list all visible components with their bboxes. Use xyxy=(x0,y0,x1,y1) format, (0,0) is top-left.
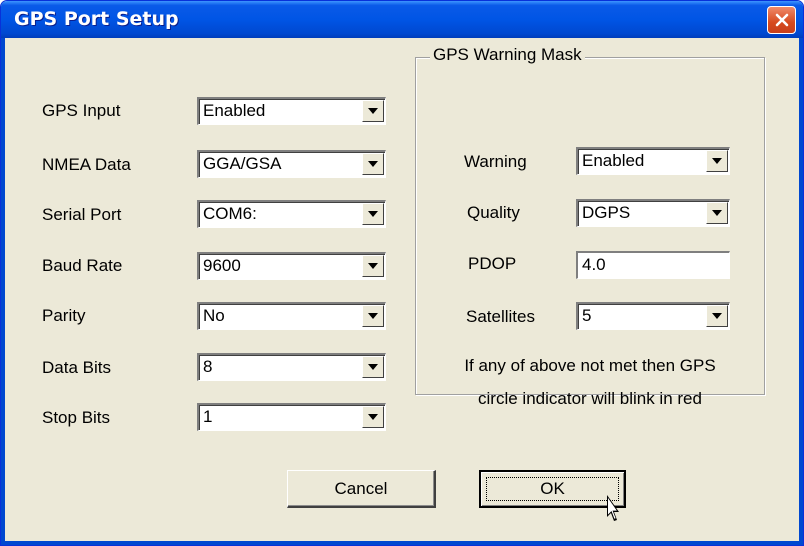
nmea-data-value: GGA/GSA xyxy=(203,154,282,173)
baud-rate-label: Baud Rate xyxy=(42,256,123,275)
pdop-value: 4.0 xyxy=(582,255,606,274)
satellites-value: 5 xyxy=(582,306,592,325)
window-frame-left xyxy=(1,38,5,545)
stop-bits-value: 1 xyxy=(203,407,213,426)
chevron-down-icon xyxy=(368,211,378,217)
warning-dropdown-button[interactable] xyxy=(706,150,728,172)
chevron-down-icon xyxy=(712,313,722,319)
quality-dropdown-button[interactable] xyxy=(706,202,728,224)
baud-rate-select[interactable]: 9600 xyxy=(197,252,386,280)
quality-value: DGPS xyxy=(582,203,631,222)
gps-input-label: GPS Input xyxy=(42,101,121,120)
serial-port-dropdown-button[interactable] xyxy=(362,203,384,225)
gps-input-select[interactable]: Enabled xyxy=(197,97,386,125)
data-bits-select[interactable]: 8 xyxy=(197,353,386,381)
window-frame-bottom xyxy=(1,541,803,545)
baud-rate-dropdown-button[interactable] xyxy=(362,255,384,277)
data-bits-value: 8 xyxy=(203,357,213,376)
satellites-label: Satellites xyxy=(466,307,535,326)
nmea-data-select[interactable]: GGA/GSA xyxy=(197,150,386,178)
satellites-select[interactable]: 5 xyxy=(576,302,730,330)
chevron-down-icon xyxy=(712,158,722,164)
warning-select[interactable]: Enabled xyxy=(576,147,730,175)
chevron-down-icon xyxy=(368,263,378,269)
data-bits-label: Data Bits xyxy=(42,358,111,377)
chevron-down-icon xyxy=(368,414,378,420)
gps-input-value: Enabled xyxy=(203,101,266,120)
warning-label: Warning xyxy=(464,152,527,171)
parity-label: Parity xyxy=(42,306,86,325)
data-bits-dropdown-button[interactable] xyxy=(362,356,384,378)
close-icon xyxy=(775,13,788,27)
chevron-down-icon xyxy=(368,364,378,370)
warning-note-line-2: circle indicator will blink in red xyxy=(478,389,702,408)
nmea-data-dropdown-button[interactable] xyxy=(362,153,384,175)
pdop-label: PDOP xyxy=(468,254,517,273)
parity-dropdown-button[interactable] xyxy=(362,305,384,327)
serial-port-value: COM6: xyxy=(203,204,257,223)
satellites-dropdown-button[interactable] xyxy=(706,305,728,327)
warning-value: Enabled xyxy=(582,151,645,170)
pdop-input[interactable]: 4.0 xyxy=(576,251,730,279)
stop-bits-select[interactable]: 1 xyxy=(197,403,386,431)
close-button[interactable] xyxy=(767,6,796,34)
warning-note-line-1: If any of above not met then GPS xyxy=(464,356,716,375)
parity-select[interactable]: No xyxy=(197,302,386,330)
title-bar[interactable]: GPS Port Setup xyxy=(1,1,803,38)
baud-rate-value: 9600 xyxy=(203,256,241,275)
mouse-pointer-icon xyxy=(607,495,619,521)
gps-input-dropdown-button[interactable] xyxy=(362,100,384,122)
cancel-button-label: Cancel xyxy=(334,478,388,498)
chevron-down-icon xyxy=(368,161,378,167)
chevron-down-icon xyxy=(712,210,722,216)
quality-select[interactable]: DGPS xyxy=(576,199,730,227)
serial-port-label: Serial Port xyxy=(42,205,122,224)
parity-value: No xyxy=(203,306,225,325)
stop-bits-dropdown-button[interactable] xyxy=(362,406,384,428)
nmea-data-label: NMEA Data xyxy=(42,155,131,174)
chevron-down-icon xyxy=(368,313,378,319)
quality-label: Quality xyxy=(467,203,520,222)
window-title: GPS Port Setup xyxy=(14,8,179,30)
cancel-button[interactable]: Cancel xyxy=(287,470,436,508)
stop-bits-label: Stop Bits xyxy=(42,408,111,427)
gps-warning-mask-title: GPS Warning Mask xyxy=(430,45,585,65)
chevron-down-icon xyxy=(368,108,378,114)
serial-port-select[interactable]: COM6: xyxy=(197,200,386,228)
window-frame-right xyxy=(799,38,803,545)
